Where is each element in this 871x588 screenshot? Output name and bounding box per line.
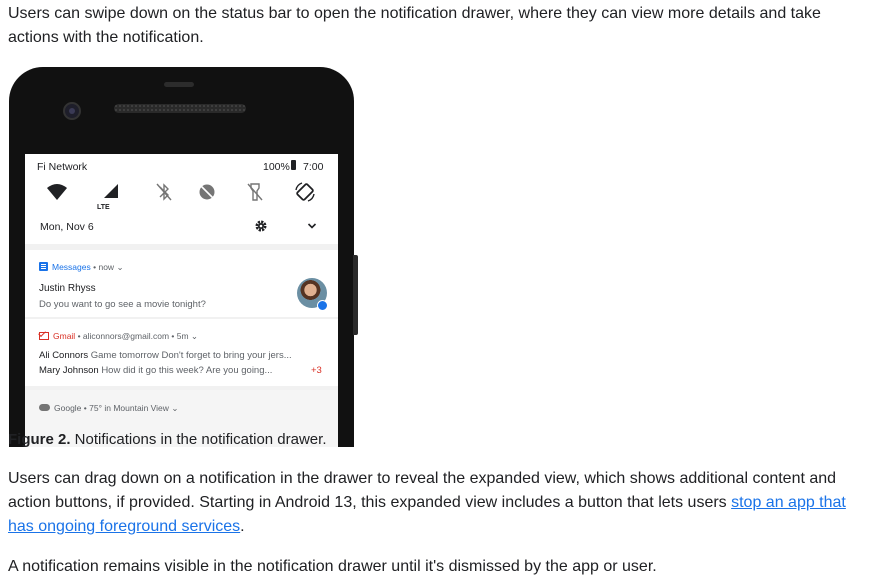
- notification-gmail[interactable]: Gmail • aliconnors@gmail.com • 5m ⌄ Ali …: [25, 319, 338, 386]
- notification-header: Google • 75° in Mountain View ⌄: [39, 403, 178, 414]
- chevron-down-icon[interactable]: ⌄: [171, 403, 178, 413]
- email-sender: Mary Johnson: [39, 365, 99, 376]
- app-name: Messages: [52, 262, 91, 272]
- intro-paragraph: Users can swipe down on the status bar t…: [8, 5, 821, 46]
- gmail-app-icon: [39, 332, 49, 340]
- cellular-signal-icon[interactable]: [99, 181, 123, 203]
- notification-meta: • 75° in Mountain View: [83, 403, 169, 413]
- wifi-icon[interactable]: [45, 181, 69, 203]
- chevron-down-icon[interactable]: ⌄: [191, 331, 198, 341]
- notification-header: Gmail • aliconnors@gmail.com • 5m ⌄: [39, 331, 198, 342]
- phone-mockup: Fi Network 100% 7:00 LTE Mon, Nov 6 Mess…: [9, 67, 354, 447]
- date-label: Mon, Nov 6: [40, 221, 94, 233]
- email-sender: Ali Connors: [39, 350, 89, 361]
- app-name: Gmail: [53, 331, 76, 341]
- reply-badge-icon: [317, 300, 328, 311]
- battery-percent: 100%: [263, 161, 290, 173]
- drag-paragraph-text: Users can drag down on a notification in…: [8, 470, 837, 511]
- figure-caption-text: Notifications in the notification drawer…: [70, 431, 327, 448]
- dismiss-paragraph: A notification remains visible in the no…: [8, 558, 657, 575]
- more-count: +3: [311, 365, 322, 376]
- phone-side-button: [353, 255, 358, 335]
- notification-header: Messages • now ⌄: [39, 262, 124, 273]
- lte-label: LTE: [97, 204, 110, 211]
- status-clock: 7:00: [303, 161, 324, 173]
- figure-label: Figure 2.: [8, 431, 71, 448]
- chevron-down-icon[interactable]: ⌄: [116, 262, 123, 272]
- bluetooth-off-icon[interactable]: [152, 181, 176, 203]
- notification-meta: • now: [93, 262, 115, 272]
- front-camera: [63, 102, 81, 120]
- email-snippet: Game tomorrow Don't forget to bring your…: [90, 350, 292, 361]
- notification-meta: • aliconnors@gmail.com • 5m: [77, 331, 189, 341]
- figure-caption: Figure 2. Notifications in the notificat…: [8, 430, 326, 450]
- status-bar[interactable]: Fi Network 100% 7:00: [25, 154, 338, 174]
- notification-messages[interactable]: Messages • now ⌄ Justin Rhyss Do you wan…: [25, 250, 338, 317]
- quick-settings-tiles: LTE: [25, 181, 338, 211]
- drag-paragraph-end: .: [240, 518, 245, 535]
- auto-rotate-icon[interactable]: [293, 181, 317, 203]
- flashlight-off-icon[interactable]: [243, 181, 267, 203]
- quick-settings-panel: Fi Network 100% 7:00 LTE Mon, Nov 6: [25, 154, 338, 244]
- cloud-icon: [39, 404, 50, 411]
- app-name: Google: [54, 403, 82, 413]
- email-snippet: How did it go this week? Are you going..…: [101, 365, 273, 376]
- earpiece: [164, 82, 194, 87]
- email-line: Ali Connors Game tomorrow Don't forget t…: [39, 350, 292, 361]
- notification-sender: Justin Rhyss: [39, 283, 96, 294]
- messages-app-icon: [39, 262, 48, 271]
- carrier-name: Fi Network: [37, 161, 88, 173]
- email-line: Mary Johnson How did it go this week? Ar…: [39, 365, 272, 376]
- expand-chevron-icon[interactable]: [305, 219, 319, 233]
- settings-gear-icon[interactable]: [253, 218, 269, 234]
- notification-body: Do you want to go see a movie tonight?: [39, 299, 206, 310]
- drag-paragraph: Users can drag down on a notification in…: [8, 467, 863, 539]
- do-not-disturb-icon[interactable]: [195, 181, 219, 203]
- speaker-grille: [114, 104, 246, 113]
- battery-icon: [291, 160, 296, 170]
- notification-drawer: Fi Network 100% 7:00 LTE Mon, Nov 6 Mess…: [25, 154, 338, 447]
